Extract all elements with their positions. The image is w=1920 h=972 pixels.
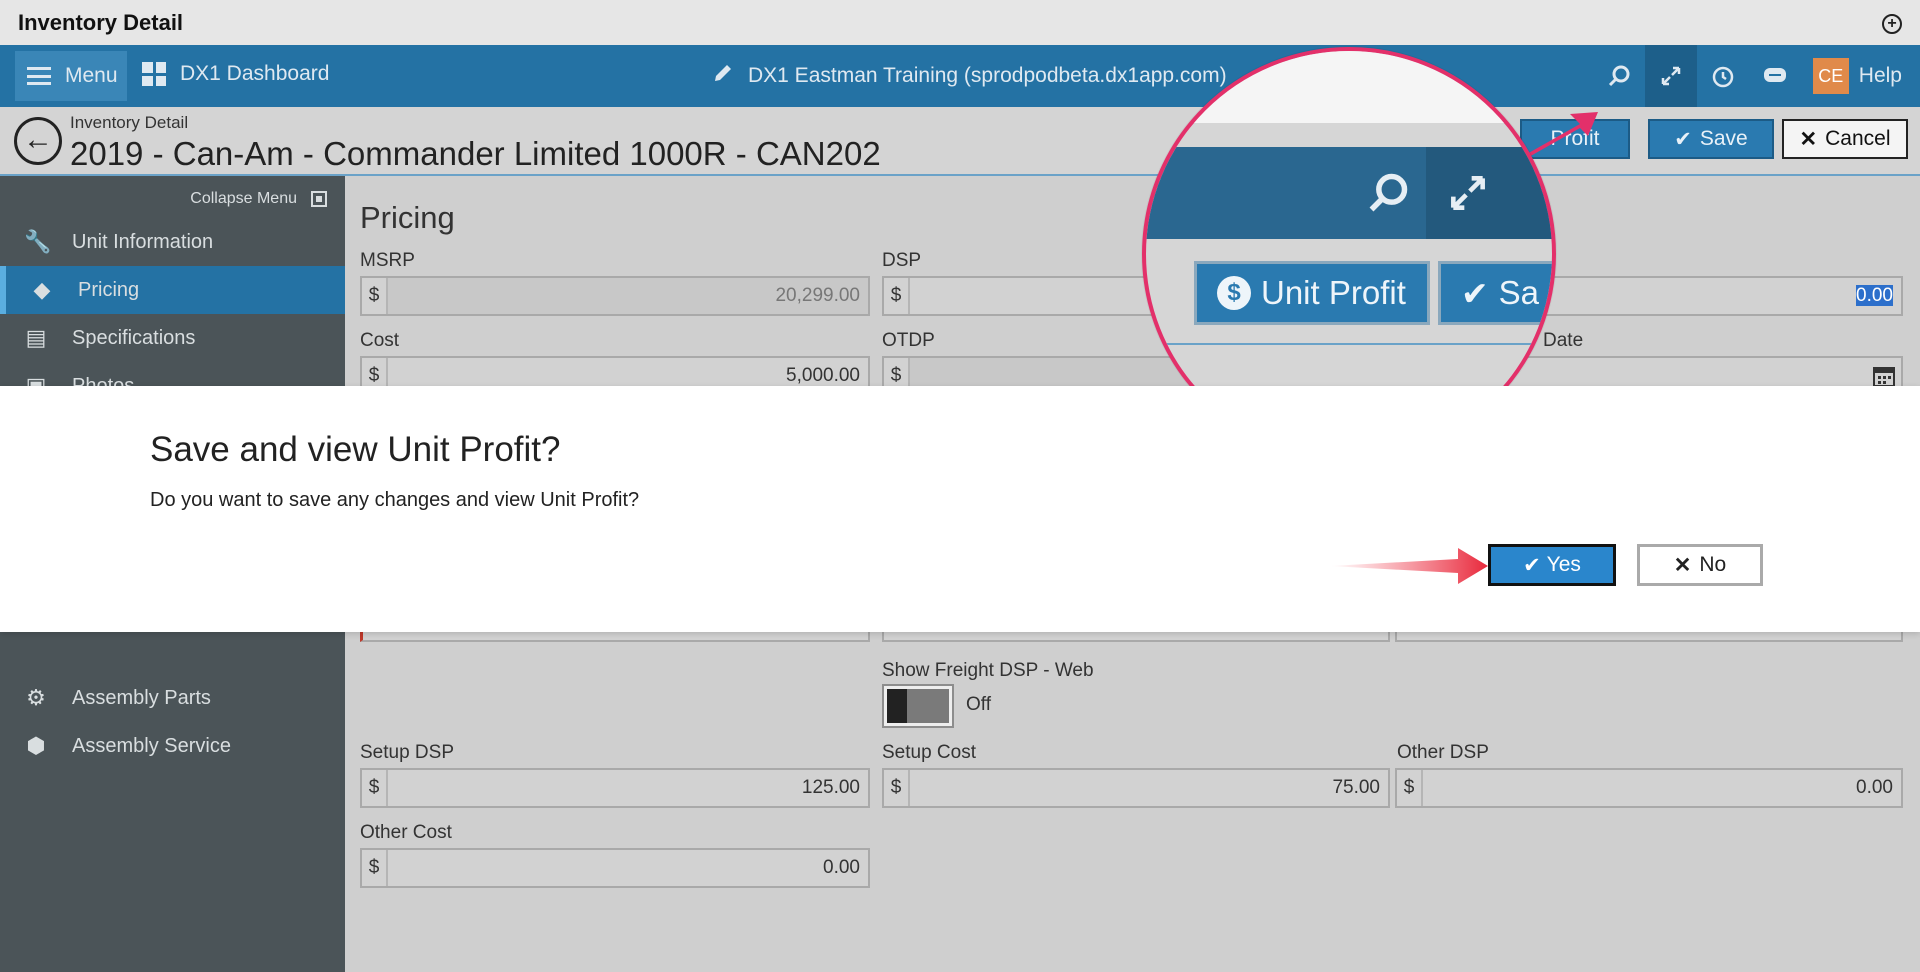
close-icon: ✕ — [1673, 553, 1692, 577]
yes-button[interactable]: ✔ Yes — [1488, 544, 1616, 586]
magnifier-unit-profit-button: $ Unit Profit — [1194, 261, 1430, 325]
sidebar-item-assembly-parts[interactable]: ⚙ Assembly Parts — [0, 674, 345, 722]
currency-prefix: $ — [362, 278, 388, 314]
magnifier-unit-profit-label: Unit Profit — [1261, 274, 1406, 311]
menu-label: Menu — [65, 64, 118, 87]
collapse-menu-button[interactable]: Collapse Menu — [190, 190, 327, 208]
other-cost-field[interactable]: $ 0.00 — [360, 848, 870, 888]
sidebar-item-unit-information[interactable]: 🔧 Unit Information — [0, 218, 345, 266]
magnifier-save-label: Sa — [1498, 274, 1540, 311]
cost-label: Cost — [360, 330, 400, 351]
other-dsp-field[interactable]: $ 0.00 — [1395, 768, 1903, 808]
sidebar-item-label: Specifications — [72, 326, 196, 349]
confirm-dialog: Save and view Unit Profit? Do you want t… — [0, 386, 1920, 632]
other-dsp-value: 0.00 — [1856, 777, 1893, 798]
currency-prefix: $ — [1397, 770, 1423, 806]
no-label: No — [1699, 553, 1727, 576]
checkmark-icon: ✔ — [1523, 553, 1541, 577]
toggle-track — [907, 689, 949, 723]
toggle-state: Off — [966, 694, 991, 715]
save-label: Save — [1699, 127, 1748, 150]
document-icon: ▤ — [25, 325, 47, 350]
dsp-label: DSP — [882, 250, 922, 271]
nav-right-tools: CE Help — [1593, 45, 1920, 107]
sidebar-item-label: Assembly Parts — [72, 686, 211, 709]
sidebar-item-label: Pricing — [78, 278, 140, 301]
magnifier-save-button: ✔ Sa — [1438, 261, 1552, 325]
wrench-icon: 🔧 — [24, 229, 52, 254]
dialog-message: Do you want to save any changes and view… — [150, 489, 640, 511]
msrp-field: $ 20,299.00 — [360, 276, 870, 316]
cancel-button[interactable]: ✕ Cancel — [1782, 119, 1908, 159]
search-icon — [1366, 171, 1410, 226]
box-icon: ⬢ — [26, 733, 46, 758]
currency-prefix: $ — [884, 278, 910, 314]
currency-prefix: $ — [884, 770, 910, 806]
dollar-circle-icon: $ — [1217, 276, 1251, 310]
gear-icon: ⚙ — [26, 685, 46, 710]
section-title: Pricing — [360, 200, 455, 235]
show-freight-label: Show Freight DSP - Web — [882, 660, 1094, 681]
yes-label: Yes — [1546, 553, 1581, 576]
other-dsp-label: Other DSP — [1397, 742, 1489, 763]
user-avatar[interactable]: CE — [1812, 58, 1849, 94]
dashboard-tiles-icon — [142, 62, 166, 86]
alarm-clock-icon[interactable] — [1697, 45, 1749, 107]
checkmark-icon: ✔ — [1461, 274, 1489, 312]
menu-button[interactable]: Menu — [15, 51, 127, 101]
currency-prefix: $ — [362, 770, 388, 806]
checkmark-icon: ✔ — [1674, 127, 1692, 151]
magnifier-divider — [1146, 343, 1552, 345]
msrp-label: MSRP — [360, 250, 415, 271]
pencil-icon — [712, 62, 734, 90]
otdp-label: OTDP — [882, 330, 935, 351]
window-titlebar: Inventory Detail + — [0, 0, 1920, 45]
hamburger-icon — [27, 67, 51, 85]
no-button[interactable]: ✕ No — [1637, 544, 1763, 586]
other-cost-value: 0.00 — [823, 857, 860, 878]
magnifier-topbar — [1146, 51, 1552, 123]
top-navigation: Menu DX1 Dashboard DX1 Eastman Training … — [0, 45, 1920, 107]
dashboard-label: DX1 Dashboard — [180, 62, 330, 85]
cancel-label: Cancel — [1825, 127, 1891, 150]
collapse-icon — [311, 191, 327, 207]
page-title: 2019 - Can-Am - Commander Limited 1000R … — [70, 135, 881, 172]
sidebar-item-label: Assembly Service — [72, 734, 231, 757]
save-button[interactable]: ✔ Save — [1648, 119, 1774, 159]
dialog-title: Save and view Unit Profit? — [150, 430, 561, 469]
setup-dsp-label: Setup DSP — [360, 742, 454, 763]
chat-icon[interactable] — [1749, 45, 1801, 107]
setup-dsp-field[interactable]: $ 125.00 — [360, 768, 870, 808]
expand-icon[interactable] — [1644, 45, 1697, 107]
dashboard-link[interactable]: DX1 Dashboard — [142, 62, 329, 86]
setup-cost-value: 75.00 — [1332, 777, 1380, 798]
tag-icon: ◆ — [33, 277, 51, 302]
other-cost-label: Other Cost — [360, 822, 452, 843]
date-label: Date — [1543, 330, 1584, 351]
expand-icon — [1446, 171, 1490, 226]
collapse-menu-label: Collapse Menu — [190, 190, 297, 207]
setup-cost-label: Setup Cost — [882, 742, 976, 763]
setup-cost-field[interactable]: $ 75.00 — [882, 768, 1390, 808]
add-icon[interactable]: + — [1882, 14, 1902, 34]
currency-prefix: $ — [362, 850, 388, 886]
show-freight-toggle[interactable] — [882, 684, 954, 728]
search-icon[interactable] — [1593, 45, 1645, 107]
msrp-value: 20,299.00 — [388, 278, 868, 314]
sidebar-item-assembly-service[interactable]: ⬢ Assembly Service — [0, 722, 345, 770]
back-arrow-icon[interactable]: ← — [14, 117, 62, 165]
pointer-arrow — [1330, 548, 1488, 584]
page-header: ← Inventory Detail 2019 - Can-Am - Comma… — [0, 107, 1920, 176]
close-icon: ✕ — [1799, 127, 1818, 151]
breadcrumb: Inventory Detail — [70, 113, 189, 132]
window-title: Inventory Detail — [18, 10, 184, 35]
help-link[interactable]: Help — [1859, 64, 1902, 88]
sidebar-item-specifications[interactable]: ▤ Specifications — [0, 314, 345, 362]
toggle-knob — [887, 689, 907, 723]
sidebar-item-label: Unit Information — [72, 230, 214, 253]
sidebar-item-pricing[interactable]: ◆ Pricing — [0, 266, 345, 314]
setup-dsp-value: 125.00 — [801, 777, 860, 798]
